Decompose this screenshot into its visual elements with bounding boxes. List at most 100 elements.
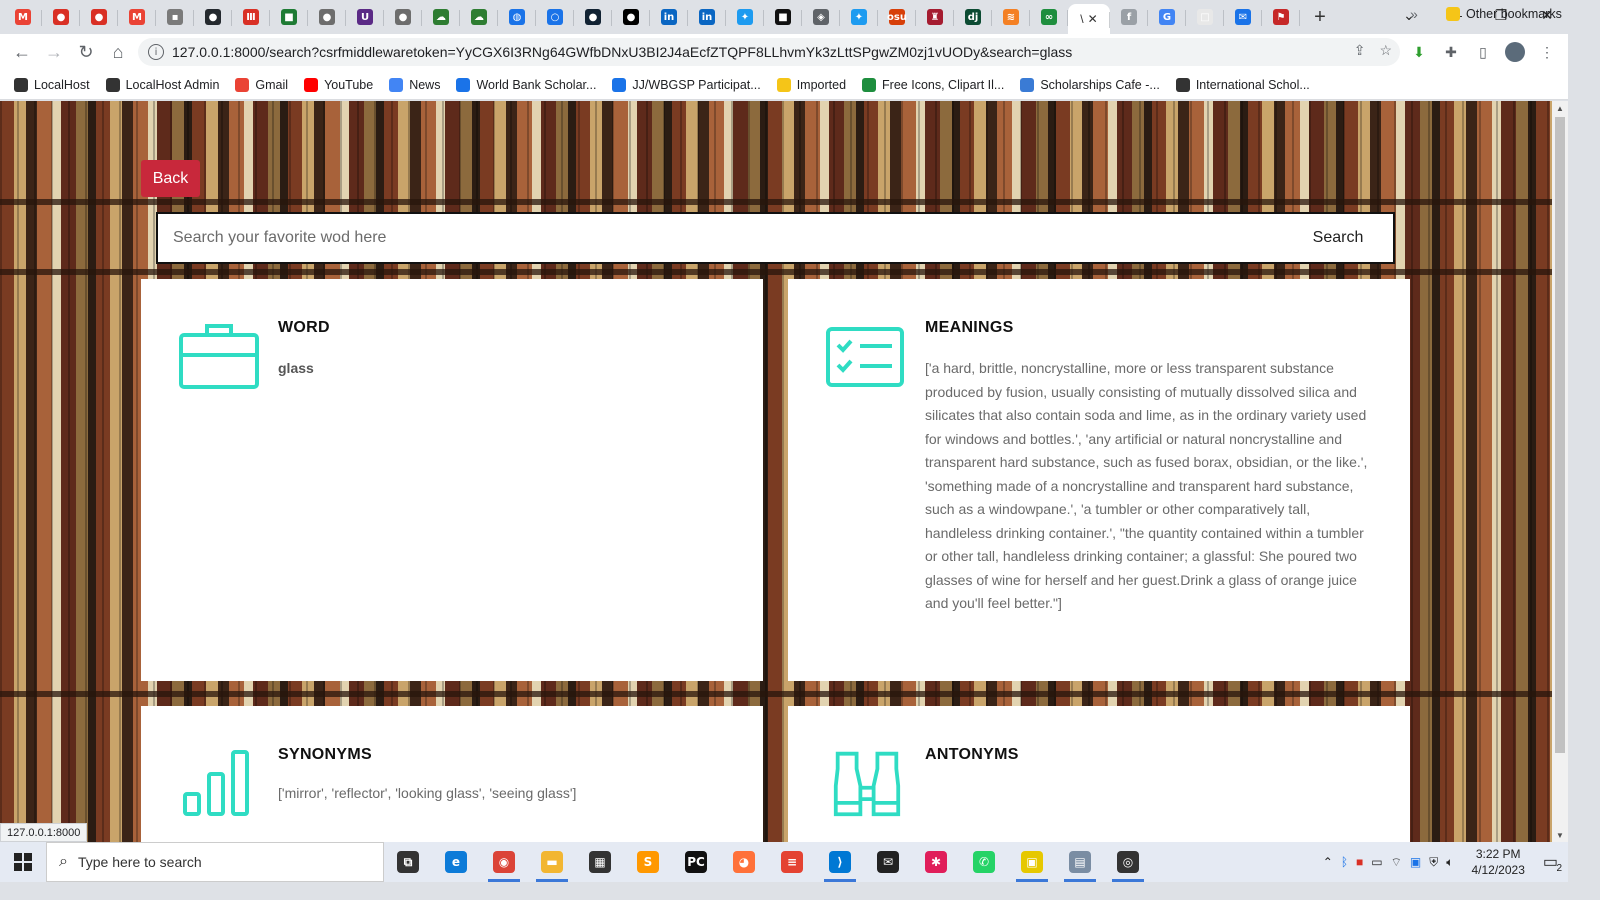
download-icon[interactable]: ⬇ xyxy=(1408,41,1430,63)
bookmark-item[interactable]: Imported xyxy=(776,77,846,92)
browser-tab[interactable]: in xyxy=(688,2,726,32)
bookmark-item[interactable]: LocalHost xyxy=(14,77,90,92)
back-arrow-icon[interactable]: ← xyxy=(6,36,38,68)
taskbar-app[interactable]: ⧉ xyxy=(384,842,432,882)
browser-tab[interactable]: Ⅲ xyxy=(232,2,270,32)
battery-icon[interactable]: ▭ xyxy=(1371,855,1382,869)
bookmark-star-icon[interactable]: ☆ xyxy=(1379,42,1392,59)
taskbar-app[interactable]: ▣ xyxy=(1008,842,1056,882)
new-tab-button[interactable]: + xyxy=(1306,3,1334,31)
scroll-down-icon[interactable]: ▼ xyxy=(1552,828,1568,842)
profile-avatar[interactable] xyxy=(1504,41,1526,63)
taskbar-app[interactable]: ▬ xyxy=(528,842,576,882)
browser-tab[interactable]: ● xyxy=(384,2,422,32)
browser-tab[interactable]: ✉ xyxy=(1224,2,1262,32)
bookmark-item[interactable]: Scholarships Cafe -... xyxy=(1020,77,1160,92)
search-input[interactable] xyxy=(158,214,1283,262)
back-button[interactable]: Back xyxy=(141,160,200,197)
security-icon[interactable]: ⛨ xyxy=(1429,855,1438,870)
browser-tab[interactable]: ○ xyxy=(536,2,574,32)
browser-tab[interactable]: f xyxy=(1110,2,1148,32)
wifi-icon[interactable]: ⌔ xyxy=(1391,855,1402,870)
browser-tab[interactable]: ☁ xyxy=(422,2,460,32)
close-tab-icon[interactable]: ✕ xyxy=(1088,12,1098,26)
browser-tab[interactable]: □ xyxy=(1186,2,1224,32)
tray-app-icon[interactable]: ■ xyxy=(1356,855,1363,869)
start-button[interactable] xyxy=(0,842,46,882)
browser-tab[interactable]: ◍ xyxy=(498,2,536,32)
browser-tab[interactable]: ⚑ xyxy=(1262,2,1300,32)
browser-tab[interactable]: U xyxy=(346,2,384,32)
browser-tab[interactable]: G xyxy=(1148,2,1186,32)
browser-tab[interactable]: osu xyxy=(878,2,916,32)
share-icon[interactable]: ⇪ xyxy=(1354,42,1366,59)
tab-search-icon[interactable]: ⌄ xyxy=(1386,0,1432,30)
browser-tab[interactable]: ♜ xyxy=(916,2,954,32)
taskbar-app[interactable]: S xyxy=(624,842,672,882)
browser-tab[interactable]: ▪ xyxy=(156,2,194,32)
taskbar-app[interactable]: e xyxy=(432,842,480,882)
browser-tab[interactable]: ✦ xyxy=(726,2,764,32)
taskbar-app[interactable]: ▤ xyxy=(1056,842,1104,882)
taskbar-app[interactable]: ✉ xyxy=(864,842,912,882)
forward-arrow-icon[interactable]: → xyxy=(38,36,70,68)
browser-tab[interactable]: ≋ xyxy=(992,2,1030,32)
browser-tab[interactable]: ■ xyxy=(270,2,308,32)
clock[interactable]: 3:22 PM 4/12/2023 xyxy=(1471,846,1524,878)
bookmarks-overflow-icon[interactable]: » xyxy=(1410,6,1418,22)
taskbar-app[interactable]: ▦ xyxy=(576,842,624,882)
page-scrollbar[interactable]: ▲ ▼ xyxy=(1552,101,1568,842)
browser-tab[interactable]: ● xyxy=(574,2,612,32)
browser-tab[interactable]: ◈ xyxy=(802,2,840,32)
bluetooth-icon[interactable]: ᛒ xyxy=(1341,855,1348,869)
bookmark-item[interactable]: News xyxy=(389,77,440,92)
active-tab[interactable]: \ ✕ xyxy=(1068,4,1110,34)
taskbar-search[interactable]: ⌕ Type here to search xyxy=(46,842,384,882)
address-bar[interactable]: i 127.0.0.1:8000/search?csrfmiddlewareto… xyxy=(138,38,1400,66)
browser-tab[interactable]: ∞ xyxy=(1030,2,1068,32)
bookmark-label: Gmail xyxy=(255,77,289,92)
browser-tab[interactable]: in xyxy=(650,2,688,32)
taskbar-app[interactable]: ≡ xyxy=(768,842,816,882)
bookmark-item[interactable]: YouTube xyxy=(304,77,373,92)
bookmark-item[interactable]: International Schol... xyxy=(1175,77,1310,92)
browser-tab[interactable]: dj xyxy=(954,2,992,32)
browser-tab[interactable]: ● xyxy=(80,2,118,32)
browser-tab[interactable]: M xyxy=(118,2,156,32)
browser-tab[interactable]: ● xyxy=(194,2,232,32)
browser-tab[interactable]: ☁ xyxy=(460,2,498,32)
browser-tab[interactable]: ■ xyxy=(764,2,802,32)
site-info-icon[interactable]: i xyxy=(148,44,164,60)
network-icon[interactable]: ▣ xyxy=(1410,855,1421,869)
taskbar-app[interactable]: ✱ xyxy=(912,842,960,882)
browser-tab[interactable]: ● xyxy=(42,2,80,32)
menu-dots-icon[interactable]: ⋮ xyxy=(1536,41,1558,63)
search-button[interactable]: Search xyxy=(1283,214,1393,262)
url-text[interactable]: 127.0.0.1:8000/search?csrfmiddlewaretoke… xyxy=(172,44,1072,60)
browser-tab[interactable]: ● xyxy=(612,2,650,32)
bookmark-item[interactable]: LocalHost Admin xyxy=(105,77,219,92)
bookmark-item[interactable]: Gmail xyxy=(235,77,289,92)
browser-tab[interactable]: ✦ xyxy=(840,2,878,32)
extensions-icon[interactable]: ✚ xyxy=(1440,41,1462,63)
browser-tab[interactable]: ● xyxy=(308,2,346,32)
home-icon[interactable]: ⌂ xyxy=(102,36,134,68)
other-bookmarks[interactable]: Other bookmarks xyxy=(1446,7,1562,21)
bookmark-item[interactable]: JJ/WBGSP Participat... xyxy=(612,77,761,92)
taskbar-app[interactable]: ◕ xyxy=(720,842,768,882)
reload-icon[interactable]: ↻ xyxy=(70,36,102,68)
scroll-up-icon[interactable]: ▲ xyxy=(1552,101,1568,115)
bookmark-item[interactable]: Free Icons, Clipart Il... xyxy=(862,77,1004,92)
scroll-thumb[interactable] xyxy=(1555,117,1565,753)
taskbar-app[interactable]: ◎ xyxy=(1104,842,1152,882)
taskbar-app[interactable]: ◉ xyxy=(480,842,528,882)
volume-icon[interactable]: 🔈︎ xyxy=(1446,855,1453,870)
taskbar-app[interactable]: ✆ xyxy=(960,842,1008,882)
taskbar-app[interactable]: PC xyxy=(672,842,720,882)
browser-tab[interactable]: M xyxy=(4,2,42,32)
notifications-icon[interactable]: ▭ 2 xyxy=(1543,852,1562,874)
bookmark-item[interactable]: World Bank Scholar... xyxy=(456,77,596,92)
show-hidden-icons[interactable]: ⌃ xyxy=(1323,855,1333,869)
side-panel-icon[interactable]: ▯ xyxy=(1472,41,1494,63)
taskbar-app[interactable]: ⟩ xyxy=(816,842,864,882)
